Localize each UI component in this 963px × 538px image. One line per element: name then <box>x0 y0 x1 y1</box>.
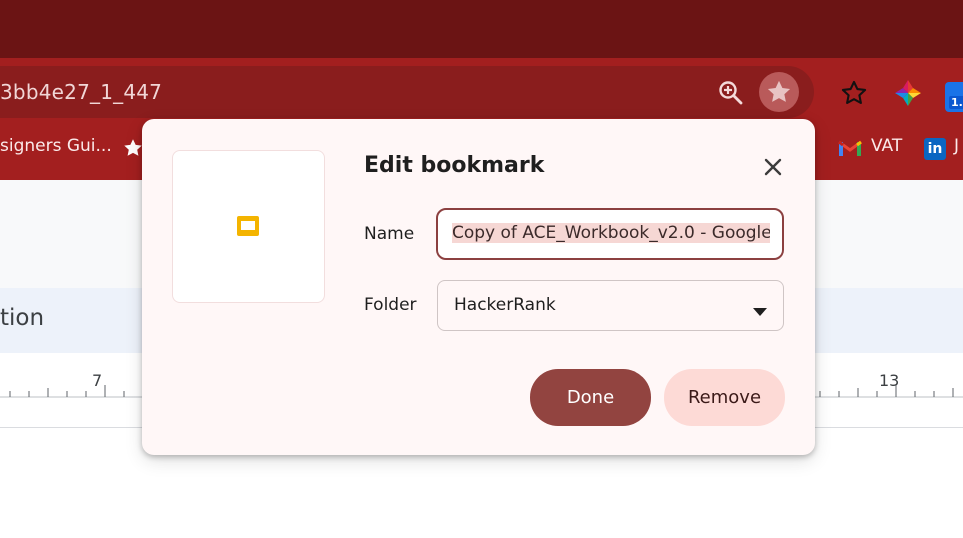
extension-badge: 1.8 <box>949 96 963 109</box>
slides-icon <box>237 215 259 241</box>
chevron-down-icon[interactable] <box>753 301 767 320</box>
linkedin-icon[interactable]: in <box>924 138 946 160</box>
bookmark-item-linkedin[interactable]: J <box>954 136 959 156</box>
bookmark-star-icon <box>767 80 791 102</box>
zoom-in-icon[interactable] <box>718 80 744 106</box>
window-titlebar <box>0 0 963 58</box>
bookmark-star-icon[interactable] <box>122 137 144 163</box>
color-wheel-icon[interactable] <box>894 79 922 107</box>
done-button[interactable]: Done <box>530 369 651 426</box>
folder-select[interactable]: HackerRank <box>437 280 784 331</box>
folder-label: Folder <box>364 295 417 315</box>
bookmark-item-vat[interactable]: VAT <box>871 136 902 156</box>
bookmark-thumbnail <box>172 150 325 303</box>
folder-select-value[interactable]: HackerRank <box>454 295 556 315</box>
gmail-icon[interactable] <box>838 139 862 161</box>
name-label: Name <box>364 224 415 244</box>
dialog-title: Edit bookmark <box>364 153 545 178</box>
remove-button[interactable]: Remove <box>664 369 785 426</box>
bookmark-item-designers-guide[interactable]: signers Gui... <box>0 136 112 156</box>
star-outline-icon[interactable] <box>840 79 868 111</box>
close-icon[interactable] <box>761 155 785 179</box>
name-input[interactable]: Copy of ACE_Workbook_v2.0 - Google Slide… <box>436 208 784 260</box>
bookmark-this-tab-button[interactable] <box>759 72 799 112</box>
edit-bookmark-dialog: Edit bookmark Name Copy of ACE_Workbook_… <box>142 119 815 455</box>
page-heading-fragment: tion <box>0 305 45 331</box>
address-bar-url[interactable]: 3bb4e27_1_447 <box>0 80 162 104</box>
name-input-value[interactable]: Copy of ACE_Workbook_v2.0 - Google Slide… <box>452 223 770 243</box>
